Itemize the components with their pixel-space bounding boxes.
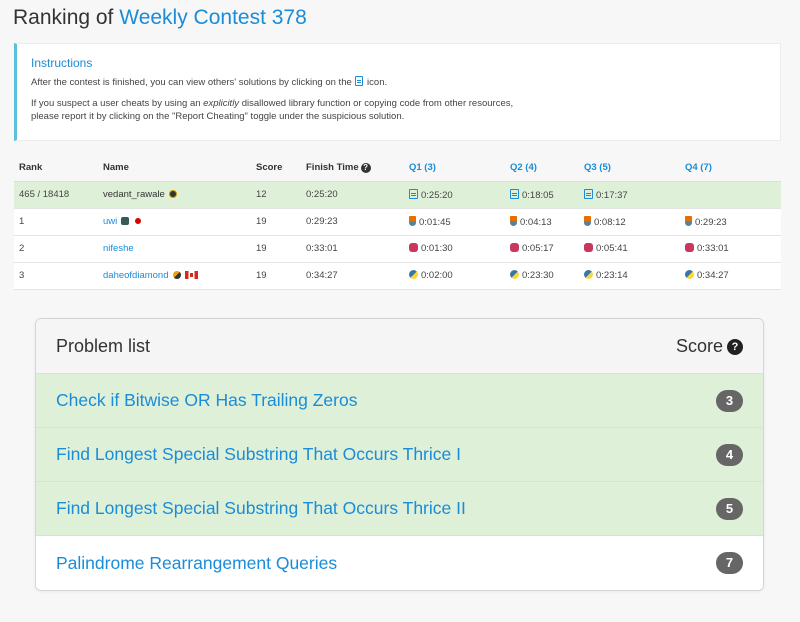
page-title: Ranking of Weekly Contest 378 [13,6,307,30]
title-prefix: Ranking of [13,6,114,29]
q1-cell[interactable]: 0:25:20 [404,181,505,209]
solution-doc-icon[interactable] [510,188,519,199]
solution-doc-icon[interactable] [584,188,593,199]
q3-cell[interactable]: 0:23:14 [579,262,680,290]
score-badge: 7 [716,552,743,574]
table-row: 1 uwi 19 0:29:23 0:01:45 0:04:13 0:08:12… [14,208,781,236]
help-icon[interactable]: ? [727,338,743,355]
q4-cell[interactable]: 0:34:27 [680,262,781,290]
q3-cell[interactable]: 0:17:37 [579,181,680,209]
q4-cell [680,181,781,209]
problem-item[interactable]: Find Longest Special Substring That Occu… [36,428,763,482]
col-q1[interactable]: Q1 (3) [404,154,505,182]
contest-link[interactable]: Weekly Contest 378 [119,6,307,29]
score-cell: 12 [251,181,301,209]
col-q3[interactable]: Q3 (5) [579,154,680,182]
badge-icon [121,217,130,225]
col-q2[interactable]: Q2 (4) [505,154,579,182]
score-badge: 4 [716,443,743,466]
name-cell: nifeshe [98,235,251,263]
rank-cell: 465 / 18418 [14,181,98,209]
col-finish-time: Finish Time? [301,154,404,182]
python-icon[interactable] [685,270,694,279]
python-icon[interactable] [409,270,418,279]
java-icon[interactable] [510,215,517,226]
rank-cell: 1 [14,208,98,236]
instructions-line-1: After the contest is finished, you can v… [31,76,388,88]
q4-cell[interactable]: 0:29:23 [680,208,781,236]
java-icon[interactable] [685,215,692,226]
solution-doc-icon [355,76,364,86]
q3-cell[interactable]: 0:08:12 [579,208,680,236]
score-badge: 5 [716,497,743,520]
user-name-link[interactable]: uwi [103,216,117,227]
help-icon[interactable]: ? [360,162,371,173]
cpp-icon[interactable] [685,243,694,252]
flag-canada-icon [184,271,198,279]
score-cell: 19 [251,208,301,236]
q2-cell[interactable]: 0:04:13 [505,208,579,236]
finish-cell: 0:34:27 [301,262,404,290]
solution-doc-icon[interactable] [409,188,418,199]
score-badge: 3 [716,389,743,412]
table-row: 3 daheofdiamond 19 0:34:27 0:02:00 0:23:… [14,262,781,290]
rank-cell: 3 [14,262,98,290]
finish-cell: 0:25:20 [301,181,404,209]
problem-item[interactable]: Palindrome Rearrangement Queries 7 [36,536,763,590]
user-name: vedant_rawale [103,189,165,200]
cpp-icon[interactable] [584,243,593,252]
col-q4[interactable]: Q4 (7) [680,154,781,182]
user-name-link[interactable]: daheofdiamond [103,270,169,281]
badge-icon [172,271,181,279]
score-cell: 19 [251,235,301,263]
problem-item[interactable]: Check if Bitwise OR Has Trailing Zeros 3 [36,374,763,428]
problem-title-link[interactable]: Check if Bitwise OR Has Trailing Zeros [56,390,357,411]
q1-cell[interactable]: 0:01:45 [404,208,505,236]
python-icon[interactable] [584,270,593,279]
flag-japan-icon [135,218,142,224]
user-name-link[interactable]: nifeshe [103,243,134,254]
rank-cell: 2 [14,235,98,263]
name-cell: uwi [98,208,251,236]
cpp-icon[interactable] [409,243,418,252]
score-cell: 19 [251,262,301,290]
ranking-header-row: Rank Name Score Finish Time? Q1 (3) Q2 (… [14,154,781,182]
java-icon[interactable] [409,215,416,226]
badge-icon [168,190,177,198]
problem-list-title: Problem list [56,335,151,356]
problem-title-link[interactable]: Find Longest Special Substring That Occu… [56,498,466,519]
cpp-icon[interactable] [510,243,519,252]
q1-cell[interactable]: 0:01:30 [404,235,505,263]
q3-cell[interactable]: 0:05:41 [579,235,680,263]
name-cell: daheofdiamond [98,262,251,290]
problem-title-link[interactable]: Palindrome Rearrangement Queries [56,553,337,574]
finish-cell: 0:29:23 [301,208,404,236]
score-header: Score? [676,336,743,357]
problem-list-header: Problem list Score? [36,319,763,374]
table-row: 2 nifeshe 19 0:33:01 0:01:30 0:05:17 0:0… [14,235,781,263]
q1-cell[interactable]: 0:02:00 [404,262,505,290]
instructions-line-2: If you suspect a user cheats by using an… [31,98,514,122]
ranking-table: Rank Name Score Finish Time? Q1 (3) Q2 (… [14,154,781,290]
finish-cell: 0:33:01 [301,235,404,263]
q2-cell[interactable]: 0:05:17 [505,235,579,263]
name-cell: vedant_rawale [98,181,251,209]
q2-cell[interactable]: 0:23:30 [505,262,579,290]
problem-list-card: Problem list Score? Check if Bitwise OR … [35,318,764,591]
instructions-title: Instructions [31,56,93,70]
instructions-panel: Instructions After the contest is finish… [14,43,781,141]
col-rank: Rank [14,154,98,182]
problem-title-link[interactable]: Find Longest Special Substring That Occu… [56,444,461,465]
q4-cell[interactable]: 0:33:01 [680,235,781,263]
col-name: Name [98,154,251,182]
python-icon[interactable] [510,270,519,279]
table-row-self: 465 / 18418 vedant_rawale 12 0:25:20 0:2… [14,181,781,209]
problem-item[interactable]: Find Longest Special Substring That Occu… [36,482,763,536]
q2-cell[interactable]: 0:18:05 [505,181,579,209]
java-icon[interactable] [584,215,591,226]
col-score: Score [251,154,301,182]
